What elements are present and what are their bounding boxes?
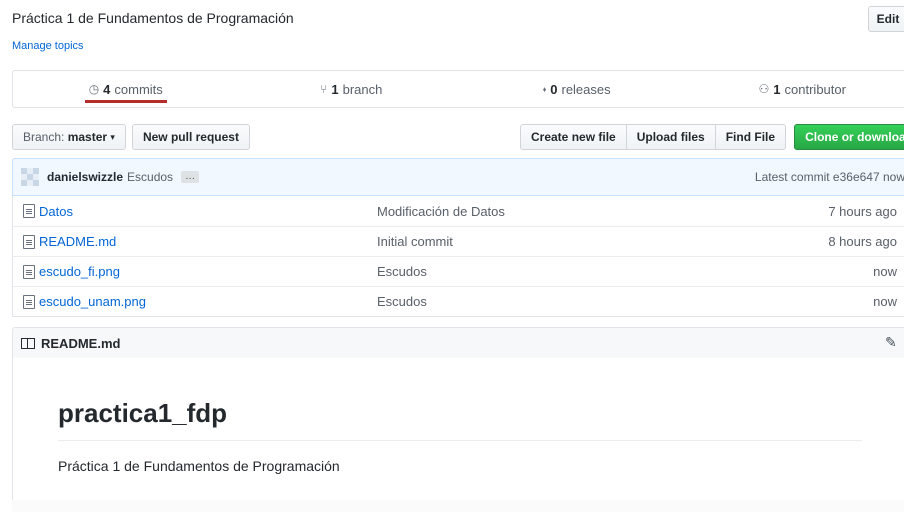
file-commit-message[interactable]: Escudos <box>377 294 747 309</box>
file-row: escudo_unam.png Escudos now <box>13 286 904 316</box>
file-commit-message[interactable]: Modificación de Datos <box>377 204 747 219</box>
file-age: now <box>873 294 897 309</box>
page-bottom-strip <box>12 500 904 512</box>
file-name-link[interactable]: Datos <box>39 204 73 219</box>
file-age: 8 hours ago <box>828 234 897 249</box>
branches-tab[interactable]: ⑂ 1 branch <box>239 71 465 107</box>
tag-icon: ⬪ <box>542 81 547 96</box>
file-commit-message[interactable]: Initial commit <box>377 234 747 249</box>
file-name-link[interactable]: escudo_fi.png <box>39 264 120 279</box>
active-tab-underline <box>85 100 167 103</box>
readme-heading: practica1_fdp <box>58 398 228 428</box>
branch-select-button[interactable]: Branch: master ▾ <box>12 124 126 150</box>
file-name-link[interactable]: README.md <box>39 234 116 249</box>
file-icon <box>23 264 35 279</box>
file-actions-toolbar: Create new file Upload files Find File C… <box>520 124 904 150</box>
history-icon: ◷ <box>88 82 100 96</box>
releases-count: 0 <box>550 81 558 97</box>
book-icon <box>21 337 35 349</box>
latest-commit-info[interactable]: Latest commit e36e647 now <box>755 170 904 184</box>
contributors-label: contributor <box>784 81 846 97</box>
readme-paragraph: Práctica 1 de Fundamentos de Programació… <box>58 458 340 474</box>
branch-toolbar-left: Branch: master ▾ New pull request <box>12 124 250 150</box>
branch-name: master <box>67 130 108 144</box>
file-age: now <box>873 264 897 279</box>
branches-count: 1 <box>331 81 339 97</box>
heading-divider <box>58 440 862 441</box>
releases-tab[interactable]: ⬪ 0 releases <box>464 71 690 107</box>
expand-commit-button[interactable]: … <box>181 171 200 183</box>
file-row: Datos Modificación de Datos 7 hours ago <box>13 196 904 226</box>
repo-description: Práctica 1 de Fundamentos de Programació… <box>12 10 294 26</box>
releases-label: releases <box>561 81 611 97</box>
pencil-icon[interactable]: ✎ <box>885 334 897 351</box>
file-icon <box>23 234 35 249</box>
edit-description-button[interactable]: Edit <box>868 6 904 32</box>
file-name-link[interactable]: escudo_unam.png <box>39 294 146 309</box>
manage-topics-link[interactable]: Manage topics <box>12 40 84 52</box>
upload-files-button[interactable]: Upload files <box>625 124 716 150</box>
file-row: escudo_fi.png Escudos now <box>13 256 904 286</box>
commit-message-link[interactable]: Escudos <box>127 170 173 184</box>
contributors-count: 1 <box>773 81 781 97</box>
readme-header: README.md ✎ <box>12 327 904 359</box>
caret-down-icon: ▾ <box>110 131 115 142</box>
clone-or-download-button[interactable]: Clone or download ▾ <box>794 124 904 150</box>
branch-prefix: Branch: <box>23 130 65 144</box>
commits-count: 4 <box>103 81 111 97</box>
file-actions-group: Create new file Upload files Find File <box>520 124 787 150</box>
file-icon <box>23 204 35 218</box>
latest-commit-bar: danielswizzle Escudos … Latest commit e3… <box>12 158 904 196</box>
readme-filename: README.md <box>41 335 121 351</box>
file-row: README.md Initial commit 8 hours ago <box>13 226 904 256</box>
branch-icon: ⑂ <box>320 82 328 96</box>
clone-or-download-label: Clone or download <box>805 130 904 144</box>
create-new-file-button[interactable]: Create new file <box>520 124 627 150</box>
commit-author-link[interactable]: danielswizzle <box>47 170 123 184</box>
find-file-button[interactable]: Find File <box>714 124 787 150</box>
file-list: Datos Modificación de Datos 7 hours ago … <box>12 196 904 317</box>
repo-numbers-summary: ◷ 4 commits ⑂ 1 branch ⬪ 0 releases ⚇ 1 … <box>12 70 904 108</box>
commits-label: commits <box>114 81 163 97</box>
avatar[interactable] <box>21 168 39 186</box>
people-icon: ⚇ <box>758 82 770 96</box>
new-pull-request-button[interactable]: New pull request <box>131 124 250 150</box>
branches-label: branch <box>342 81 383 97</box>
file-commit-message[interactable]: Escudos <box>377 264 747 279</box>
commits-tab[interactable]: ◷ 4 commits <box>13 71 239 107</box>
contributors-tab[interactable]: ⚇ 1 contributor <box>690 71 904 107</box>
readme-content: practica1_fdp Práctica 1 de Fundamentos … <box>12 358 904 512</box>
file-icon <box>23 294 35 309</box>
file-age: 7 hours ago <box>828 203 897 219</box>
